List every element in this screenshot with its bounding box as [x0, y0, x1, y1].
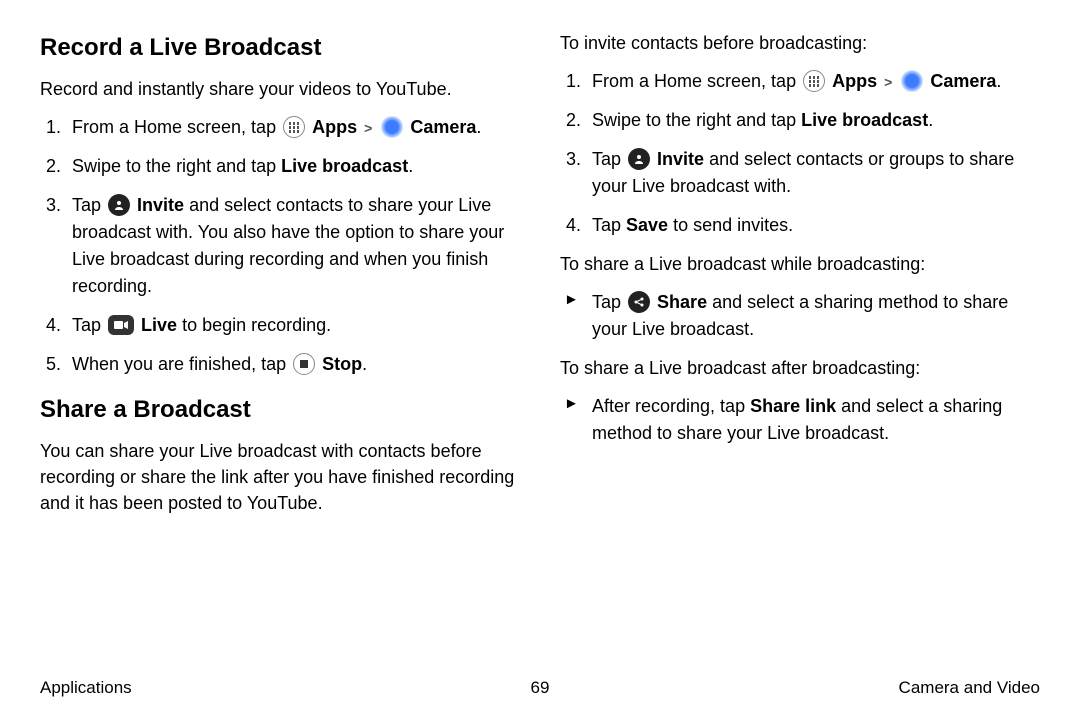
- page-footer: Applications 69 Camera and Video: [40, 678, 1040, 698]
- intro-invite-before: To invite contacts before broadcasting:: [560, 30, 1040, 56]
- apps-icon: [803, 70, 825, 92]
- step-2b: Swipe to the right and tap Live broadcas…: [560, 107, 1040, 134]
- step-4: Tap Live to begin recording.: [40, 312, 520, 339]
- left-column: Record a Live Broadcast Record and insta…: [40, 30, 520, 528]
- intro-record-live: Record and instantly share your videos t…: [40, 76, 520, 102]
- step-2: Swipe to the right and tap Live broadcas…: [40, 153, 520, 180]
- arrow-item-share: Tap Share and select a sharing method to…: [560, 289, 1040, 343]
- step-3: Tap Invite and select contacts to share …: [40, 192, 520, 300]
- step-1b: From a Home screen, tap Apps > Camera.: [560, 68, 1040, 95]
- steps-record-live: From a Home screen, tap Apps > Camera. S…: [40, 114, 520, 378]
- camera-icon: [381, 116, 403, 138]
- footer-page-number: 69: [531, 678, 550, 698]
- invite-icon: [108, 194, 130, 216]
- heading-share-broadcast: Share a Broadcast: [40, 396, 520, 424]
- footer-left: Applications: [40, 678, 132, 698]
- chevron-icon: >: [884, 74, 892, 90]
- live-icon: [108, 315, 134, 335]
- intro-share-while: To share a Live broadcast while broadcas…: [560, 251, 1040, 277]
- step-3b: Tap Invite and select contacts or groups…: [560, 146, 1040, 200]
- arrow-item-share-link: After recording, tap Share link and sele…: [560, 393, 1040, 447]
- intro-share-broadcast: You can share your Live broadcast with c…: [40, 438, 520, 516]
- camera-icon: [901, 70, 923, 92]
- chevron-icon: >: [364, 120, 372, 136]
- step-4b: Tap Save to send invites.: [560, 212, 1040, 239]
- step-1: From a Home screen, tap Apps > Camera.: [40, 114, 520, 141]
- stop-icon: [293, 353, 315, 375]
- heading-record-live: Record a Live Broadcast: [40, 34, 520, 62]
- step-5: When you are finished, tap Stop.: [40, 351, 520, 378]
- footer-right: Camera and Video: [899, 678, 1040, 698]
- right-column: To invite contacts before broadcasting: …: [560, 30, 1040, 528]
- arrow-list-while: Tap Share and select a sharing method to…: [560, 289, 1040, 343]
- share-icon: [628, 291, 650, 313]
- invite-icon: [628, 148, 650, 170]
- steps-invite-before: From a Home screen, tap Apps > Camera. S…: [560, 68, 1040, 239]
- apps-icon: [283, 116, 305, 138]
- intro-share-after: To share a Live broadcast after broadcas…: [560, 355, 1040, 381]
- arrow-list-after: After recording, tap Share link and sele…: [560, 393, 1040, 447]
